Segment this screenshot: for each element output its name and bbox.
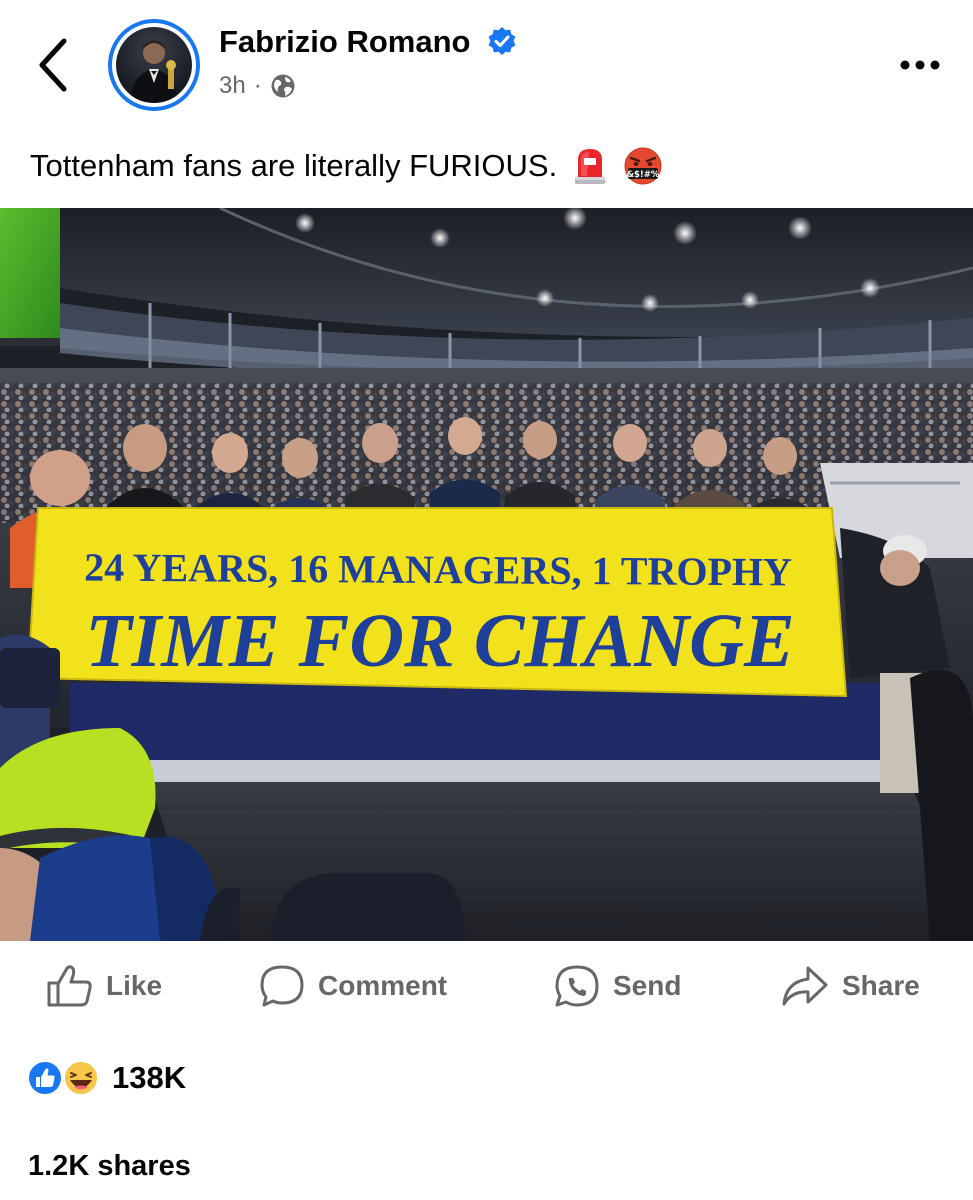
banner-line-2: TIME FOR CHANGE	[85, 599, 795, 683]
banner-line-1: 24 YEARS, 16 MANAGERS, 1 TROPHY	[84, 545, 792, 595]
like-label: Like	[106, 970, 163, 1001]
action-bar: Like Comment Send Share	[0, 955, 973, 1017]
svg-text:&$!#%: &$!#%	[627, 170, 660, 180]
chevron-left-icon	[39, 38, 67, 92]
like-button[interactable]: Like	[46, 955, 162, 1017]
author-name[interactable]: Fabrizio Romano	[219, 24, 517, 60]
author-name-text: Fabrizio Romano	[219, 24, 471, 59]
avatar[interactable]	[108, 19, 200, 111]
thumbs-up-icon	[47, 965, 92, 1007]
post-meta: 3h ·	[219, 72, 296, 100]
globe-icon	[271, 74, 295, 98]
rotating-light-emoji-icon	[575, 149, 606, 184]
post-header: Fabrizio Romano 3h ·	[0, 0, 973, 130]
comment-label: Comment	[318, 970, 448, 1001]
post-photo[interactable]: 24 YEARS, 16 MANAGERS, 1 TROPHY TIME FOR…	[0, 208, 973, 941]
more-horizontal-icon	[900, 60, 940, 70]
share-button[interactable]: Share	[780, 955, 920, 1017]
verified-badge-icon	[488, 26, 516, 55]
share-arrow-icon	[782, 966, 828, 1006]
post-time[interactable]: 3h	[219, 72, 246, 100]
shares-count[interactable]: 1.2K shares	[28, 1150, 191, 1183]
post-caption: Tottenham fans are literally FURIOUS. &$…	[30, 146, 663, 186]
like-reaction-icon	[27, 1060, 63, 1096]
stadium-banner-image: 24 YEARS, 16 MANAGERS, 1 TROPHY TIME FOR…	[0, 208, 973, 941]
reaction-icons	[27, 1060, 99, 1096]
send-button[interactable]: Send	[553, 955, 681, 1017]
reactions-summary[interactable]: 138K	[26, 1056, 186, 1100]
share-label: Share	[842, 970, 920, 1001]
more-options-button[interactable]	[893, 48, 947, 82]
haha-reaction-icon	[63, 1060, 99, 1096]
symbols-on-mouth-emoji-icon: &$!#%	[624, 147, 662, 185]
back-button[interactable]	[30, 35, 74, 95]
send-label: Send	[613, 970, 682, 1001]
comment-button[interactable]: Comment	[258, 955, 447, 1017]
meta-separator: ·	[253, 72, 262, 99]
caption-text: Tottenham fans are literally FURIOUS.	[30, 148, 558, 183]
avatar-image	[116, 27, 192, 103]
comment-bubble-icon	[260, 965, 304, 1007]
whatsapp-icon	[555, 965, 599, 1007]
reactions-count: 138K	[112, 1060, 187, 1095]
